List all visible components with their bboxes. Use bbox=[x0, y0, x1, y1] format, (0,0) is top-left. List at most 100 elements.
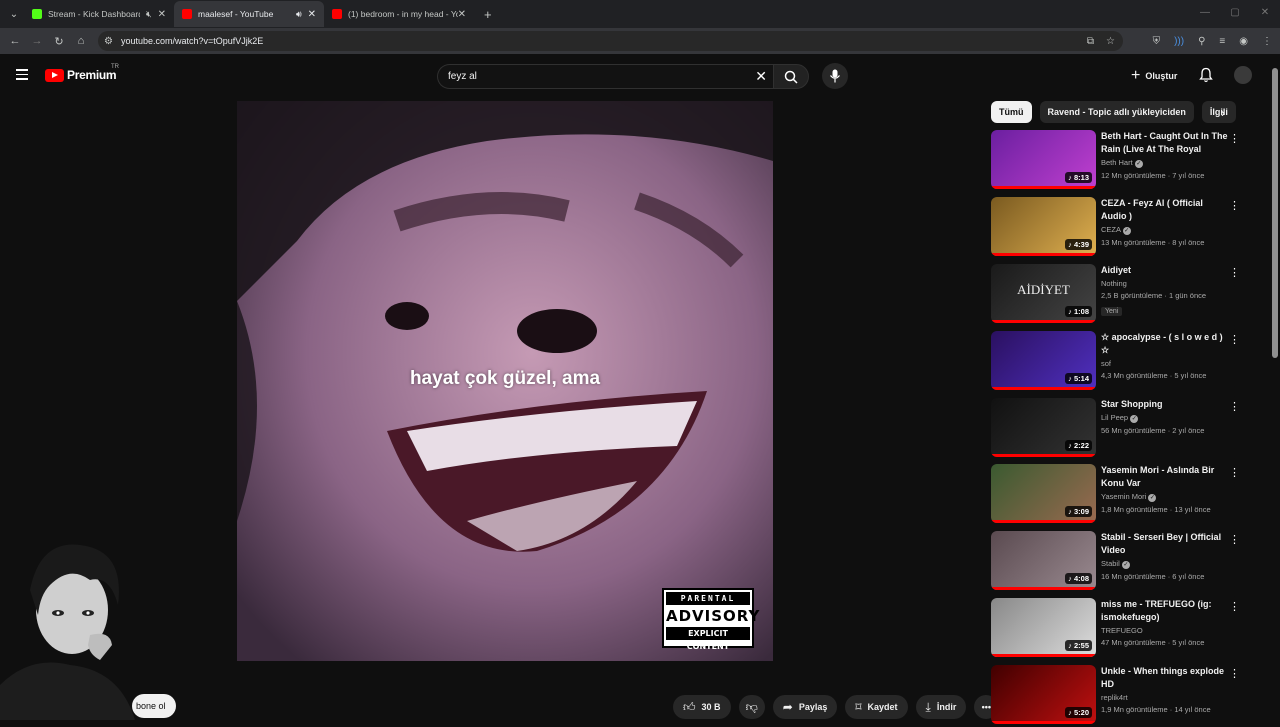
save-label: Kaydet bbox=[867, 702, 898, 712]
channel-name: Stabil ✓ bbox=[1101, 559, 1130, 569]
video-caption: hayat çok güzel, ama bbox=[409, 368, 601, 389]
video-thumbnail[interactable]: ♪ 3:09 bbox=[991, 464, 1096, 523]
video-thumbnail[interactable]: ♪ 5:14 bbox=[991, 331, 1096, 390]
speaker-icon[interactable]: 🔊︎ bbox=[296, 9, 302, 20]
address-bar[interactable]: ⚙ youtube.com/watch?v=tOpufVJjk2E ⧉ ☆ bbox=[98, 31, 1123, 51]
subscribe-button[interactable]: bone ol bbox=[132, 694, 176, 718]
home-icon[interactable]: ⌂ bbox=[70, 35, 92, 47]
tab-title: Stream - Kick Dashboard bbox=[48, 9, 140, 19]
search-button[interactable] bbox=[773, 64, 809, 89]
minimize-icon[interactable]: — bbox=[1190, 0, 1220, 26]
menu-kebab-icon[interactable]: ⋮ bbox=[1262, 36, 1272, 47]
extensions-area: ⛨ ))) ⚲ ≡ ◉ ⋮ bbox=[1153, 36, 1272, 47]
view-stats: 47 Mn görüntüleme · 5 yıl önce bbox=[1101, 638, 1205, 647]
video-title: miss me - TREFUEGO (ig: ismokefuego) bbox=[1101, 599, 1212, 622]
view-stats: 16 Mn görüntüleme · 6 yıl önce bbox=[1101, 572, 1205, 581]
share-icon: ➦ bbox=[782, 700, 793, 714]
share-button[interactable]: ➦ Paylaş bbox=[772, 695, 838, 719]
video-thumbnail[interactable]: ♪ 4:39 bbox=[991, 197, 1096, 256]
view-stats: 1,9 Mn görüntüleme · 14 yıl önce bbox=[1101, 705, 1211, 714]
create-button[interactable]: + Oluştur bbox=[1131, 67, 1177, 85]
tab-search-button[interactable]: ⌄ bbox=[4, 4, 24, 24]
search-input[interactable]: feyz al ✕ bbox=[437, 64, 773, 89]
media-controls-icon[interactable]: ≡ bbox=[1219, 36, 1225, 47]
video-player[interactable]: hayat çok güzel, ama PARENTAL ADVISORY E… bbox=[237, 101, 773, 661]
puzzle-extensions-icon[interactable]: ⚲ bbox=[1198, 36, 1205, 47]
duration-badge: ♪ 3:09 bbox=[1065, 506, 1092, 517]
bell-icon bbox=[1199, 67, 1213, 83]
cast-icon[interactable]: ⧉ bbox=[1087, 36, 1094, 47]
more-vertical-icon[interactable]: ⋮ bbox=[1229, 199, 1240, 212]
hamburger-menu-icon[interactable] bbox=[16, 69, 28, 83]
like-button[interactable]: 👍︎ 30 B bbox=[673, 695, 731, 719]
site-info-icon[interactable]: ⚙ bbox=[104, 36, 113, 47]
reload-icon[interactable]: ↻ bbox=[48, 35, 70, 48]
more-vertical-icon[interactable]: ⋮ bbox=[1229, 266, 1240, 279]
video-thumbnail[interactable]: ♪ 8:13 bbox=[991, 130, 1096, 189]
video-title: Beth Hart - Caught Out In The Rain (Live… bbox=[1101, 131, 1228, 154]
youtube-premium-logo[interactable]: Premium TR bbox=[45, 64, 119, 82]
more-vertical-icon[interactable]: ⋮ bbox=[1229, 533, 1240, 546]
recommendation-item[interactable]: ♪ 5:20 Unkle - When things explode HD repl… bbox=[991, 665, 1246, 727]
maximize-icon[interactable]: ▢ bbox=[1220, 0, 1250, 26]
back-icon[interactable]: ← bbox=[4, 35, 26, 47]
duration-badge: ♪ 4:39 bbox=[1065, 239, 1092, 250]
recommendation-item[interactable]: ♪ 2:55 miss me - TREFUEGO (ig: ismokefueg… bbox=[991, 598, 1246, 660]
recommendation-item[interactable]: ♪ 4:39 CEZA - Feyz Al ( Official Audio ) C… bbox=[991, 197, 1246, 259]
new-tab-icon[interactable]: + bbox=[484, 7, 492, 22]
more-vertical-icon[interactable]: ⋮ bbox=[1229, 600, 1240, 613]
notifications-button[interactable] bbox=[1199, 67, 1213, 88]
page-scrollbar[interactable] bbox=[1272, 68, 1278, 358]
close-tab-icon[interactable]: ✕ bbox=[158, 9, 166, 20]
more-vertical-icon[interactable]: ⋮ bbox=[1229, 400, 1240, 413]
download-button[interactable]: ⤓ İndir bbox=[915, 695, 967, 719]
browser-tab-active[interactable]: maalesef - YouTube 🔊︎ ✕ bbox=[174, 1, 324, 27]
webcam-overlay bbox=[0, 535, 140, 720]
more-vertical-icon[interactable]: ⋮ bbox=[1229, 466, 1240, 479]
close-tab-icon[interactable]: ✕ bbox=[308, 9, 316, 20]
youtube-play-icon bbox=[45, 68, 64, 82]
browser-tab[interactable]: (1) bedroom - in my head - You ✕ bbox=[324, 1, 474, 27]
muted-speaker-icon[interactable]: 🔇︎ bbox=[146, 9, 152, 20]
browser-tab[interactable]: Stream - Kick Dashboard 🔇︎ ✕ bbox=[24, 1, 174, 27]
video-thumbnail[interactable]: ♪ 4:08 bbox=[991, 531, 1096, 590]
clear-search-icon[interactable]: ✕ bbox=[755, 68, 767, 85]
chip-uploader[interactable]: Ravend - Topic adlı yükleyiciden bbox=[1039, 101, 1194, 123]
view-stats: 1,8 Mn görüntüleme · 13 yıl önce bbox=[1101, 505, 1211, 514]
chevron-right-icon[interactable]: › bbox=[1221, 106, 1225, 120]
more-vertical-icon[interactable]: ⋮ bbox=[1229, 667, 1240, 680]
chip-related[interactable]: İlgili bbox=[1201, 101, 1236, 123]
more-vertical-icon[interactable]: ⋮ bbox=[1229, 132, 1240, 145]
dislike-button[interactable]: 👎︎ bbox=[738, 695, 765, 719]
shield-extension-icon[interactable]: ⛨ bbox=[1153, 36, 1161, 47]
video-thumbnail[interactable]: AİDİYET ♪ 1:08 bbox=[991, 264, 1096, 323]
video-title: Star Shopping bbox=[1101, 399, 1163, 409]
recommendation-item[interactable]: ♪ 4:08 Stabil - Serseri Bey | Official Vi… bbox=[991, 531, 1246, 593]
browser-tab-strip: ⌄ Stream - Kick Dashboard 🔇︎ ✕ maalesef … bbox=[0, 0, 1280, 28]
video-thumbnail[interactable]: ♪ 2:55 bbox=[991, 598, 1096, 657]
more-vertical-icon[interactable]: ⋮ bbox=[1229, 333, 1240, 346]
view-stats: 4,3 Mn görüntüleme · 5 yıl önce bbox=[1101, 371, 1207, 380]
voice-search-button[interactable] bbox=[822, 63, 848, 89]
audio-extension-icon[interactable]: ))) bbox=[1174, 36, 1184, 47]
recommendation-item[interactable]: ♪ 8:13 Beth Hart - Caught Out In The Rain… bbox=[991, 130, 1246, 192]
save-button[interactable]: ⌑ Kaydet bbox=[845, 695, 908, 719]
view-stats: 2,5 B görüntüleme · 1 gün önce bbox=[1101, 291, 1207, 300]
watch-progress-bar bbox=[991, 186, 1096, 189]
close-tab-icon[interactable]: ✕ bbox=[458, 9, 466, 20]
account-avatar[interactable] bbox=[1234, 66, 1252, 84]
recommendation-item[interactable]: AİDİYET ♪ 1:08 Aidiyet Nothing 2,5 B görüntü… bbox=[991, 264, 1246, 326]
recommendation-item[interactable]: ♪ 3:09 Yasemin Mori - Aslında Bir Konu Va… bbox=[991, 464, 1246, 526]
download-icon: ⤓ bbox=[925, 699, 931, 714]
video-thumbnail[interactable]: ♪ 2:22 bbox=[991, 398, 1096, 457]
forward-icon[interactable]: → bbox=[26, 35, 48, 47]
bookmark-star-icon[interactable]: ☆ bbox=[1106, 36, 1115, 47]
profile-icon[interactable]: ◉ bbox=[1239, 36, 1248, 47]
watch-progress-bar bbox=[991, 587, 1096, 590]
close-window-icon[interactable]: ✕ bbox=[1250, 0, 1280, 26]
advisory-line-3: EXPLICIT CONTENT bbox=[666, 627, 750, 651]
recommendation-item[interactable]: ♪ 5:14 ☆ apocalypse - ( s l o w e d ) ☆ so… bbox=[991, 331, 1246, 393]
recommendation-item[interactable]: ♪ 2:22 Star Shopping Lil Peep ✓ 56 Mn görün… bbox=[991, 398, 1246, 460]
video-thumbnail[interactable]: ♪ 5:20 bbox=[991, 665, 1096, 724]
chip-all[interactable]: Tümü bbox=[991, 101, 1032, 123]
